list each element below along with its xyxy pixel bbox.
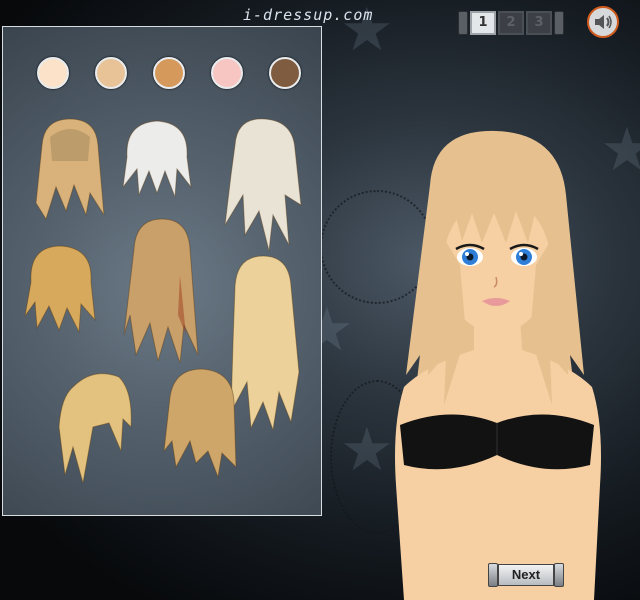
page-tabs: 1 2 3 xyxy=(458,11,564,35)
hair-color-swatch[interactable] xyxy=(153,57,185,89)
hairstyle-option[interactable] xyxy=(120,215,202,365)
hairstyle-panel xyxy=(2,26,322,516)
hairstyle-option[interactable] xyxy=(53,367,135,487)
tab-page-1[interactable]: 1 xyxy=(470,11,496,35)
hair-color-swatch[interactable] xyxy=(37,57,69,89)
tab-bracket xyxy=(554,11,564,35)
hairstyle-option[interactable] xyxy=(160,367,240,479)
speaker-icon xyxy=(595,15,612,29)
button-cap xyxy=(488,563,498,587)
tab-page-3[interactable]: 3 xyxy=(526,11,552,35)
button-cap xyxy=(554,563,564,587)
hairstyle-option[interactable] xyxy=(215,115,307,255)
next-button-label: Next xyxy=(498,564,554,586)
next-button[interactable]: Next xyxy=(488,563,564,587)
hairstyle-option[interactable] xyxy=(23,242,99,334)
hair-color-swatch[interactable] xyxy=(269,57,301,89)
hairstyle-option[interactable] xyxy=(121,117,193,199)
hairstyle-option[interactable] xyxy=(28,115,112,225)
game-stage: ★ ★ ★ ★ i-dressup.com 1 2 3 Next xyxy=(0,0,640,600)
tab-bracket xyxy=(458,11,468,35)
tab-page-2[interactable]: 2 xyxy=(498,11,524,35)
hair-color-swatch[interactable] xyxy=(95,57,127,89)
dressup-model xyxy=(395,130,601,600)
sound-toggle-button[interactable] xyxy=(587,6,619,38)
hair-color-swatch[interactable] xyxy=(211,57,243,89)
site-logo: i-dressup.com xyxy=(243,6,374,24)
